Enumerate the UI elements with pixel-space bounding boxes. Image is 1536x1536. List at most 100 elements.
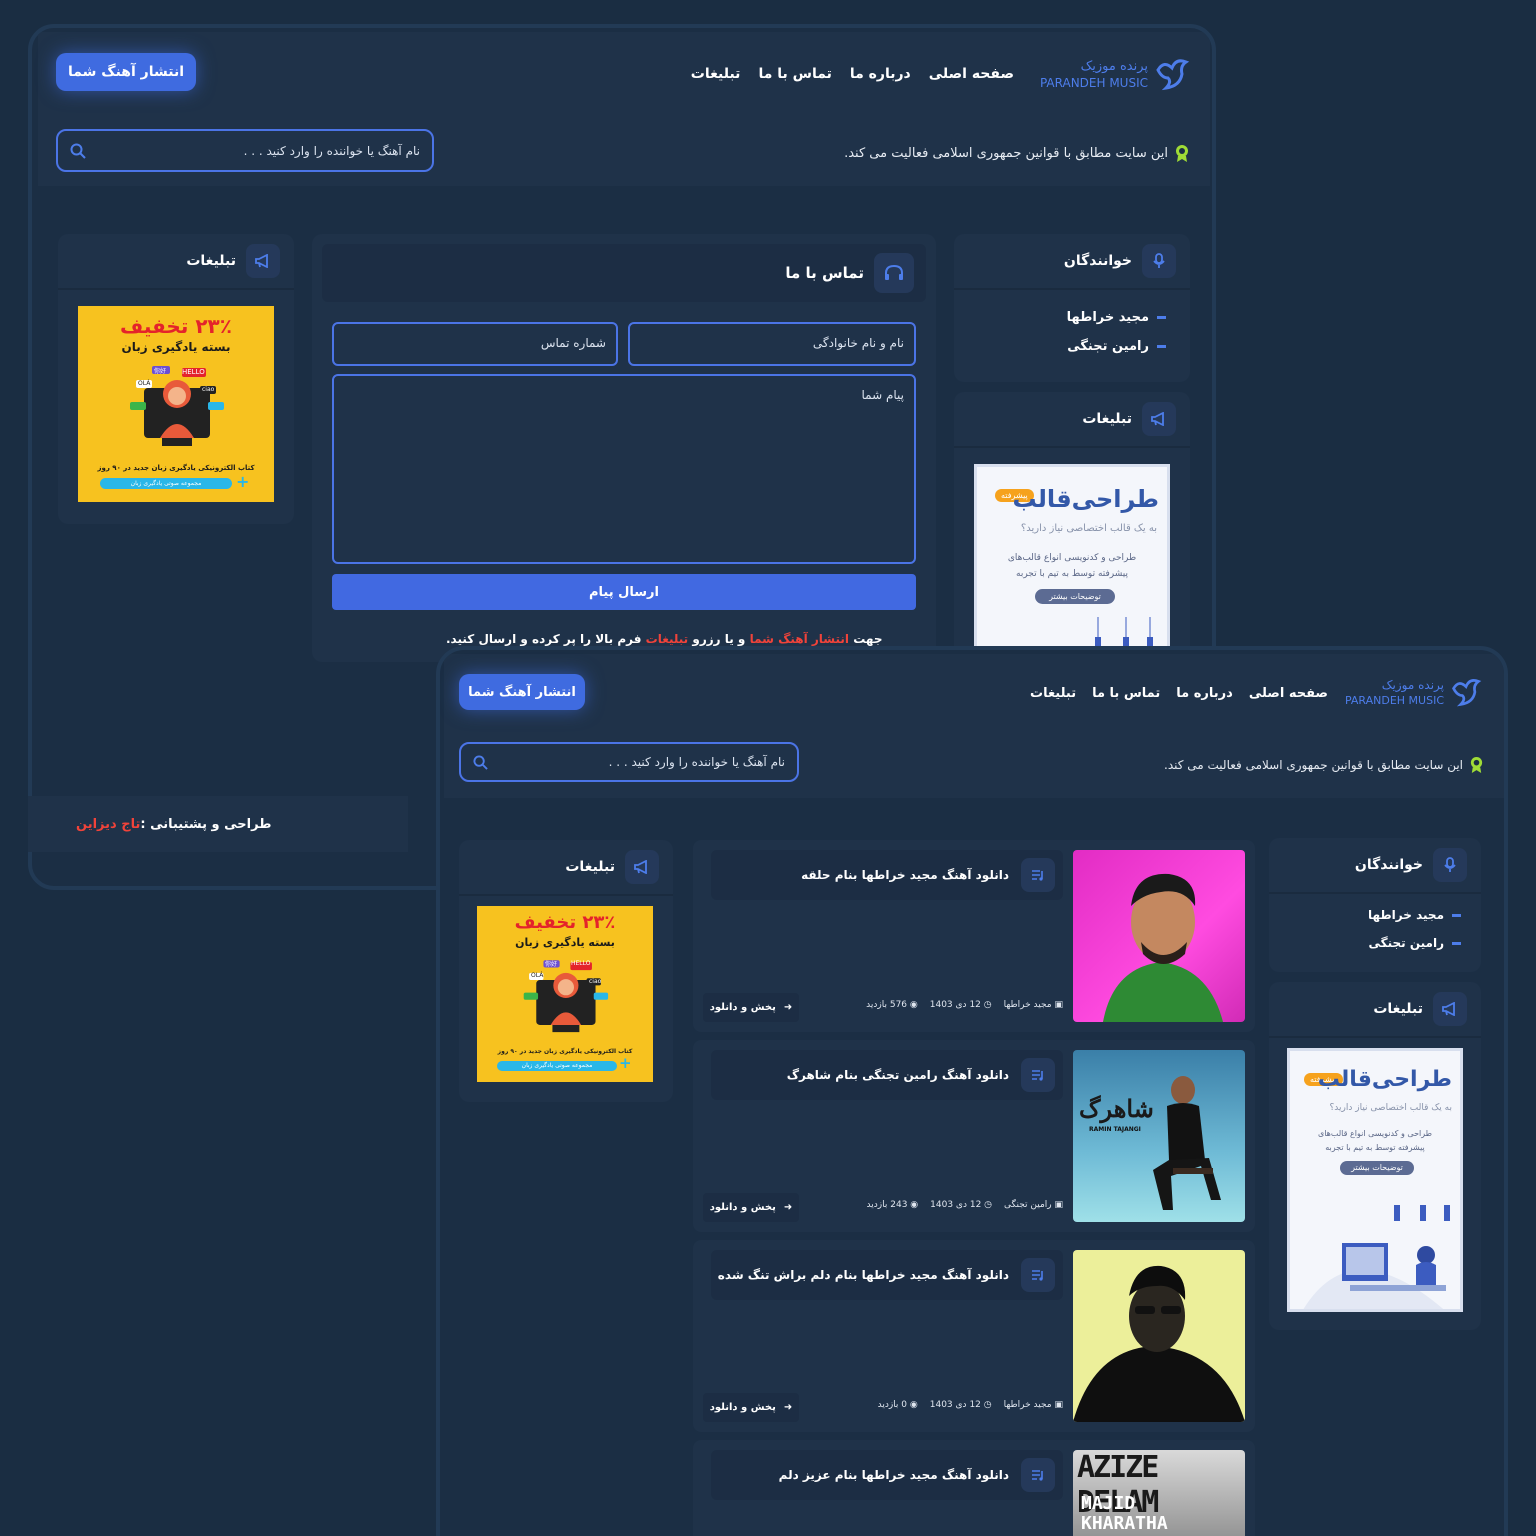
language-course-ad[interactable]: ۲۳٪ تخفیف بسته یادگیری زبان HELLO OLÁ 你好… [477, 906, 653, 1082]
ad-template-desc2: پیشرفته توسط به تیم با تجربه [1016, 569, 1128, 579]
search-icon[interactable] [473, 754, 488, 770]
cover-artist: MAJID KHARATHA [1081, 1493, 1168, 1534]
name-field[interactable]: نام و نام خانوادگی [628, 322, 916, 366]
ad-template-desc1: طراحی و کدنویسی انواع قالب‌های [1007, 553, 1137, 563]
ad-template-title: طراحی‌قالب [1012, 485, 1159, 513]
contact-note: جهت انتشار آهنگ شما و یا رزرو تبلیغات فر… [446, 632, 882, 646]
song-title[interactable]: دانلود آهنگ مجید خراطها بنام حلقه [801, 868, 1009, 882]
play-download-button[interactable]: پخش و دانلود ➜ [703, 1393, 799, 1422]
publish-song-button[interactable]: انتشار آهنگ شما [56, 53, 196, 91]
artist-name: رامین تجنگی [1004, 1200, 1052, 1210]
microphone-icon [1142, 244, 1176, 278]
nav-about[interactable]: درباره ما [1176, 686, 1233, 701]
date-value: 12 دی 1403 [929, 1400, 981, 1410]
play-download-button[interactable]: پخش و دانلود ➜ [703, 1193, 799, 1222]
song-cover[interactable]: شاهرگ RAMIN TAJANGI [1073, 1050, 1245, 1222]
singers-card: خوانندگان مجید خراطها رامین تجنگی [1269, 838, 1481, 972]
play-download-button[interactable]: پخش و دانلود ➜ [703, 993, 799, 1022]
song-title-bar[interactable]: دانلود آهنگ رامین تجنگی بنام شاهرگ [711, 1050, 1063, 1100]
home-page-window: پرنده موزیک PARANDEH MUSIC صفحه اصلی دربا… [436, 646, 1508, 1536]
song-title[interactable]: دانلود آهنگ مجید خراطها بنام عزیز دلم [779, 1468, 1009, 1482]
headset-icon [874, 253, 914, 293]
song-card[interactable]: شاهرگ RAMIN TAJANGI دانلود آهنگ رامین تج… [693, 1040, 1255, 1232]
bubble-ola: OLÁ [138, 380, 151, 387]
search-field[interactable]: نام آهنگ یا خواننده را وارد کنید . . . [56, 129, 434, 172]
singer-item[interactable]: رامین تجنگی [1368, 936, 1461, 950]
song-artist: ▣ مجید خراطها [1003, 1400, 1063, 1410]
ad-template-button: توضیحات بیشتر [1340, 1161, 1414, 1175]
singer-item[interactable]: مجید خراطها [1368, 908, 1461, 922]
template-design-ad[interactable]: پیشرفته طراحی‌قالب به یک قالب اختصاصی نی… [1287, 1048, 1463, 1312]
song-title-bar[interactable]: دانلود آهنگ مجید خراطها بنام دلم براش تن… [711, 1250, 1063, 1300]
template-design-ad[interactable]: پیشرفته طراحی‌قالب به یک قالب اختصاصی نی… [974, 464, 1170, 664]
arrow-left-icon: ➜ [783, 1402, 793, 1413]
legal-notice-text: این سایت مطابق با قوانین جمهوری اسلامی ف… [844, 145, 1168, 161]
song-card[interactable]: دانلود آهنگ مجید خراطها بنام حلقه ▣ مجید… [693, 840, 1255, 1032]
song-artist: ▣ مجید خراطها [1003, 1000, 1063, 1010]
song-date: ◷ 12 دی 1403 [930, 1200, 993, 1210]
bubble-ciao: ciao [202, 386, 215, 393]
date-value: 12 دی 1403 [929, 1000, 981, 1010]
search-icon[interactable] [70, 143, 86, 159]
nav-ads[interactable]: تبلیغات [691, 66, 741, 82]
bubble-nihao: 你好 [545, 961, 558, 968]
nav-ads[interactable]: تبلیغات [1030, 686, 1076, 701]
song-cover[interactable]: AZIZE DELAM MAJID KHARATHA [1073, 1450, 1245, 1536]
legal-notice: این سایت مطابق با قوانین جمهوری اسلامی ف… [844, 144, 1190, 162]
nav-home[interactable]: صفحه اصلی [929, 66, 1014, 82]
microphone-icon [1433, 848, 1467, 882]
play-download-label: پخش و دانلود [709, 1002, 776, 1013]
main-nav: صفحه اصلی درباره ما تماس با ما تبلیغات [691, 66, 1014, 82]
song-title-bar[interactable]: دانلود آهنگ مجید خراطها بنام حلقه [711, 850, 1063, 900]
bubble-hello: HELLO [182, 368, 205, 376]
singer-item[interactable]: مجید خراطها [1067, 310, 1166, 325]
song-date: ◷ 12 دی 1403 [929, 1400, 992, 1410]
message-field[interactable]: پیام شما [332, 374, 916, 564]
play-download-label: پخش و دانلود [709, 1202, 776, 1213]
nav-contact[interactable]: تماس با ما [1092, 686, 1160, 701]
ad-template-desc1: طراحی و کدنویسی انواع قالب‌های [1317, 1129, 1433, 1138]
site-logo[interactable]: پرنده موزیک PARANDEH MUSIC [1040, 56, 1190, 92]
singers-title: خوانندگان [1063, 253, 1132, 269]
ads-title: تبلیغات [565, 859, 615, 875]
send-message-button[interactable]: ارسال پیام [332, 574, 916, 610]
search-field[interactable]: نام آهنگ یا خواننده را وارد کنید . . . [459, 742, 799, 782]
song-cover[interactable] [1073, 1250, 1245, 1422]
ad-discount: ۲۳٪ تخفیف [120, 314, 232, 338]
note-link-publish[interactable]: انتشار آهنگ شما [750, 632, 849, 646]
publish-song-button[interactable]: انتشار آهنگ شما [459, 674, 585, 710]
brand-name-en: PARANDEH MUSIC [1344, 693, 1444, 707]
plus-icon: + [619, 1054, 632, 1072]
phone-field[interactable]: شماره تماس [332, 322, 618, 366]
singer-item[interactable]: رامین تجنگی [1067, 339, 1166, 354]
ad-template-sub: به یک قالب اختصاصی نیاز دارید؟ [1329, 1103, 1452, 1113]
note-link-ads[interactable]: تبلیغات [646, 632, 689, 646]
footer-brand-link[interactable]: تاج دیزاین [76, 817, 140, 832]
playlist-icon [1021, 1258, 1055, 1292]
song-title-bar[interactable]: دانلود آهنگ مجید خراطها بنام عزیز دلم [711, 1450, 1063, 1500]
language-course-ad[interactable]: ۲۳٪ تخفیف بسته یادگیری زبان HELLO OLÁ 你好… [78, 306, 274, 502]
ads-card-left: تبلیغات ۲۳٪ تخفیف بسته یادگیری زبان HELL… [58, 234, 294, 524]
site-logo[interactable]: پرنده موزیک PARANDEH MUSIC [1345, 676, 1482, 708]
views-value: 576 بازدید [866, 1000, 908, 1010]
ad-template-sub: به یک قالب اختصاصی نیاز دارید؟ [1020, 523, 1157, 534]
nav-contact[interactable]: تماس با ما [758, 66, 831, 82]
song-views: ◉ 243 بازدید [866, 1200, 919, 1210]
cover-text: شاهرگ [1079, 1094, 1154, 1123]
song-title[interactable]: دانلود آهنگ مجید خراطها بنام دلم براش تن… [718, 1268, 1009, 1282]
song-title[interactable]: دانلود آهنگ رامین تجنگی بنام شاهرگ [787, 1068, 1009, 1082]
song-card[interactable]: دانلود آهنگ مجید خراطها بنام دلم براش تن… [693, 1240, 1255, 1432]
nav-home[interactable]: صفحه اصلی [1249, 686, 1328, 701]
footer-label: طراحی و پشتیبانی : [140, 816, 272, 832]
bubble-nihao: 你好 [154, 368, 167, 375]
ads-card-header: تبلیغات [459, 840, 673, 896]
megaphone-icon [1142, 402, 1176, 436]
brand-name-fa: پرنده موزیک [1381, 677, 1444, 692]
nav-about[interactable]: درباره ما [850, 66, 911, 82]
ad-language-title: بسته یادگیری زبان [121, 340, 231, 354]
song-cover[interactable] [1073, 850, 1245, 1022]
brand-name-fa: پرنده موزیک [1080, 58, 1148, 74]
song-card[interactable]: AZIZE DELAM MAJID KHARATHA دانلود آهنگ م… [693, 1440, 1255, 1536]
artist-name: مجید خراطها [1003, 1000, 1052, 1010]
ad-discount: ۲۳٪ تخفیف [514, 912, 616, 933]
